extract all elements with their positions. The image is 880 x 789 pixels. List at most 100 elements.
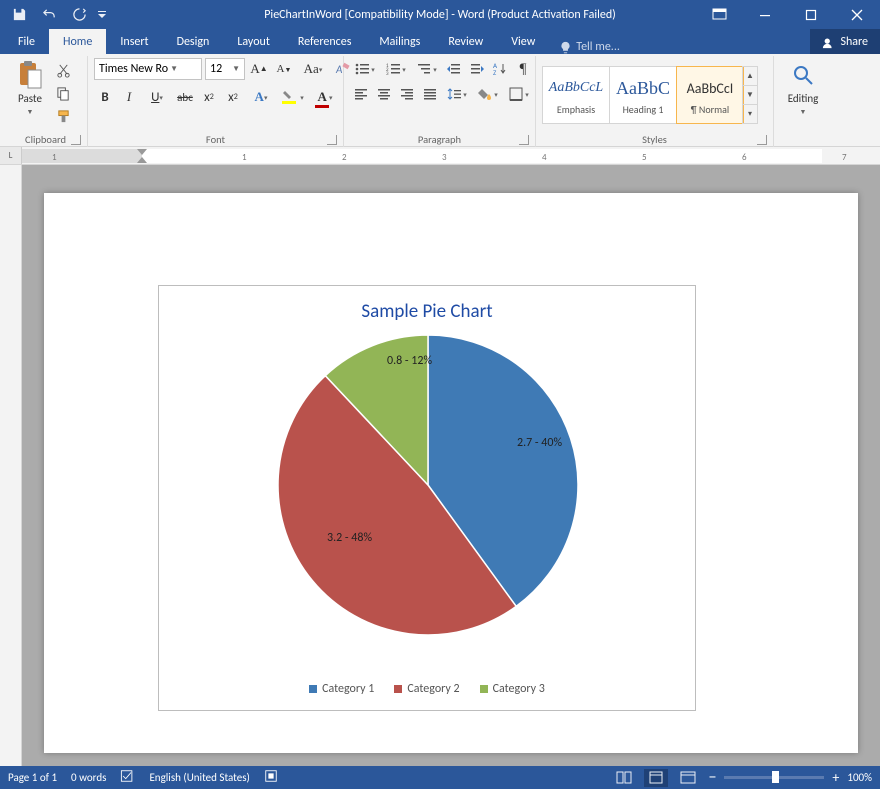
share-button[interactable]: Share [810, 29, 880, 54]
strikethrough-button[interactable]: abc [174, 86, 196, 108]
editing-button[interactable]: Editing ▼ [780, 58, 826, 128]
group-paragraph: ▾ 123▾ ▾ AZ ¶ ▾ ▾ ▾ Paragraph [344, 56, 536, 147]
view-print-layout[interactable] [644, 769, 668, 787]
svg-text:6: 6 [742, 152, 747, 163]
bold-button[interactable]: B [94, 86, 116, 108]
zoom-out-button[interactable]: − [708, 773, 716, 783]
justify-icon [423, 87, 437, 101]
tab-layout[interactable]: Layout [223, 29, 284, 54]
superscript-button[interactable]: x2 [222, 86, 244, 108]
horizontal-ruler[interactable]: L 112 345 67 [0, 147, 880, 165]
view-read-mode[interactable] [612, 769, 636, 787]
minimize-button[interactable] [742, 0, 788, 29]
styles-expand[interactable]: ▾ [743, 105, 757, 123]
shading-button[interactable]: ▾ [473, 83, 503, 105]
paragraph-dialog-launcher[interactable] [519, 135, 529, 145]
align-center-button[interactable] [373, 83, 395, 105]
font-dialog-launcher[interactable] [327, 135, 337, 145]
styles-scroll-up[interactable]: ▲ [743, 67, 757, 86]
font-size-combo[interactable]: 12▼ [205, 58, 245, 80]
chart-legend: Category 1 Category 2 Category 3 [159, 682, 695, 696]
tab-home[interactable]: Home [49, 29, 106, 54]
document-scroll-area[interactable]: Sample Pie Chart 2.7 - 40% 3.2 - 48% 0.8… [22, 165, 880, 766]
zoom-level[interactable]: 100% [847, 771, 872, 784]
style-preview: AaBbC [616, 73, 670, 103]
save-icon[interactable] [6, 3, 32, 27]
ribbon-options-icon[interactable] [696, 0, 742, 29]
legend-item-cat2: Category 2 [394, 682, 459, 696]
legend-label: Category 1 [322, 682, 374, 696]
change-case-button[interactable]: Aa▾ [298, 58, 328, 80]
numbering-button[interactable]: 123▾ [381, 58, 411, 80]
styles-gallery-scroll[interactable]: ▲ ▼ ▾ [742, 66, 758, 124]
font-name-combo[interactable]: Times New Ro▼ [94, 58, 202, 80]
format-painter-button[interactable] [53, 106, 73, 126]
sort-button[interactable]: AZ [489, 58, 511, 80]
text-effects-button[interactable]: A▾ [246, 86, 276, 108]
vertical-ruler[interactable] [0, 165, 22, 766]
increase-indent-button[interactable] [466, 58, 488, 80]
redo-icon[interactable] [66, 3, 92, 27]
style-name: Heading 1 [623, 103, 664, 116]
tab-references[interactable]: References [284, 29, 366, 54]
pie-chart-object[interactable]: Sample Pie Chart 2.7 - 40% 3.2 - 48% 0.8… [158, 285, 696, 711]
title-bar: PieChartInWord [Compatibility Mode] - Wo… [0, 0, 880, 29]
subscript-button[interactable]: x2 [198, 86, 220, 108]
style-normal[interactable]: AaBbCcI ¶ Normal [676, 66, 744, 124]
undo-icon[interactable] [36, 3, 62, 27]
show-marks-button[interactable]: ¶ [512, 58, 534, 80]
style-name: Emphasis [557, 103, 595, 116]
view-web-layout[interactable] [676, 769, 700, 787]
svg-text:1: 1 [386, 63, 389, 69]
align-right-button[interactable] [396, 83, 418, 105]
style-heading1[interactable]: AaBbC Heading 1 [609, 66, 677, 124]
shrink-font-button[interactable]: A▼ [273, 58, 295, 80]
line-spacing-button[interactable]: ▾ [442, 83, 472, 105]
multilevel-list-button[interactable]: ▾ [412, 58, 442, 80]
svg-text:1: 1 [242, 152, 247, 163]
underline-button[interactable]: U▾ [142, 86, 172, 108]
borders-icon [509, 87, 525, 101]
italic-button[interactable]: I [118, 86, 140, 108]
cut-button[interactable] [53, 60, 73, 80]
maximize-button[interactable] [788, 0, 834, 29]
tab-design[interactable]: Design [163, 29, 224, 54]
status-macro-icon[interactable] [264, 769, 278, 786]
copy-button[interactable] [53, 83, 73, 103]
status-page[interactable]: Page 1 of 1 [8, 771, 57, 784]
tell-me-search[interactable]: Tell me... [559, 40, 620, 54]
tab-insert[interactable]: Insert [106, 29, 162, 54]
borders-button[interactable]: ▾ [504, 83, 534, 105]
tab-view[interactable]: View [497, 29, 549, 54]
styles-dialog-launcher[interactable] [757, 135, 767, 145]
font-color-button[interactable]: A▾ [310, 86, 340, 108]
zoom-in-button[interactable]: + [832, 769, 839, 786]
tab-review[interactable]: Review [434, 29, 497, 54]
zoom-slider[interactable] [724, 776, 824, 779]
tab-file[interactable]: File [4, 29, 49, 54]
justify-button[interactable] [419, 83, 441, 105]
ribbon: Paste ▼ Clipboard Times New Ro▼ 12▼ A▲ A… [0, 54, 880, 147]
slice-label-cat3: 0.8 - 12% [387, 354, 432, 368]
copy-icon [56, 86, 71, 101]
bullets-button[interactable]: ▾ [350, 58, 380, 80]
svg-text:3: 3 [386, 71, 389, 76]
paste-button[interactable]: Paste ▼ [10, 58, 50, 128]
grow-font-button[interactable]: A▲ [248, 58, 270, 80]
tab-mailings[interactable]: Mailings [365, 29, 434, 54]
align-left-button[interactable] [350, 83, 372, 105]
outdent-icon [447, 62, 461, 76]
slice-label-cat2: 3.2 - 48% [327, 531, 372, 545]
status-proofing-icon[interactable] [120, 769, 135, 786]
close-button[interactable] [834, 0, 880, 29]
styles-scroll-down[interactable]: ▼ [743, 86, 757, 105]
highlight-button[interactable]: ▾ [278, 86, 308, 108]
qat-customize-icon[interactable] [96, 3, 108, 27]
group-font-label: Font [206, 133, 225, 146]
decrease-indent-button[interactable] [443, 58, 465, 80]
clipboard-dialog-launcher[interactable] [71, 135, 81, 145]
style-emphasis[interactable]: AaBbCcL Emphasis [542, 66, 610, 124]
status-words[interactable]: 0 words [71, 771, 106, 784]
document-page[interactable]: Sample Pie Chart 2.7 - 40% 3.2 - 48% 0.8… [44, 193, 858, 753]
status-language[interactable]: English (United States) [149, 771, 249, 784]
